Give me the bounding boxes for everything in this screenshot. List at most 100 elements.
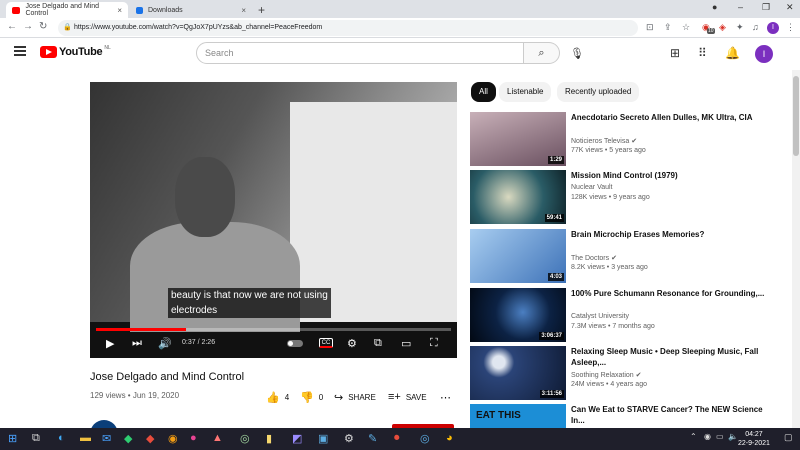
youtube-logo[interactable]: YouTube NL <box>40 45 111 58</box>
extensions-puzzle-icon[interactable]: ✦ <box>736 22 744 33</box>
taskbar-clock[interactable]: 04:27 22-9-2021 <box>738 430 770 448</box>
video-thumbnail[interactable]: 3:06:37 <box>470 288 566 342</box>
app-icon-2[interactable]: ◆ <box>146 432 154 445</box>
windows-start-icon[interactable]: ⊞ <box>8 432 17 445</box>
recommendation-title[interactable]: Brain Microchip Erases Memories? <box>571 229 766 240</box>
menu-icon[interactable] <box>14 46 26 56</box>
app-icon-5[interactable]: ▲ <box>212 432 223 444</box>
url-input[interactable]: 🔒 https://www.youtube.com/watch?v=QgJoX7… <box>58 20 638 36</box>
play-icon[interactable]: ▶ <box>106 337 114 350</box>
more-actions-button[interactable]: ⋯ <box>440 391 456 404</box>
browser-profile-avatar[interactable]: I <box>767 22 779 34</box>
search-button[interactable]: ⌕ <box>524 42 560 64</box>
settings-gear-icon[interactable]: ⚙ <box>347 337 357 350</box>
miniplayer-icon[interactable]: ⧉ <box>374 337 382 350</box>
fullscreen-icon[interactable]: ⛶ <box>430 337 438 350</box>
video-player[interactable]: beauty is that now we are not using elec… <box>90 82 457 358</box>
share-button[interactable]: ↪ SHARE <box>334 391 376 404</box>
search-input[interactable]: Search <box>196 42 524 64</box>
tray-chevron-icon[interactable]: ⌃ <box>690 432 697 441</box>
autoplay-toggle[interactable] <box>287 340 303 347</box>
recommendation-title[interactable]: Relaxing Sleep Music • Deep Sleeping Mus… <box>571 346 766 368</box>
mail-icon[interactable]: ✉ <box>102 432 111 445</box>
app-icon-3[interactable]: ◉ <box>168 432 178 445</box>
app-icon-6[interactable]: ◎ <box>240 432 250 445</box>
recommendation-title[interactable]: Mission Mind Control (1979) <box>571 170 766 181</box>
recommendation-channel[interactable]: Catalyst University <box>571 313 629 320</box>
notifications-icon[interactable]: ▢ <box>784 432 793 443</box>
chip-listenable[interactable]: Listenable <box>499 82 552 102</box>
recommendation-channel[interactable]: The Doctors ✔ <box>571 254 617 262</box>
edge-icon[interactable]: ◐ <box>58 432 65 444</box>
account-avatar[interactable]: I <box>755 45 773 63</box>
apps-grid-icon[interactable]: ⠿ <box>698 46 707 60</box>
settings-icon[interactable]: ⚙ <box>344 432 354 445</box>
video-thumbnail[interactable]: 3:11:56 <box>470 346 566 400</box>
reload-icon[interactable]: ↻ <box>39 21 47 32</box>
recommendation-title[interactable]: 100% Pure Schumann Resonance for Groundi… <box>571 288 766 299</box>
create-video-icon[interactable]: ⊞ <box>670 46 680 60</box>
media-icon[interactable]: ♫ <box>752 22 759 32</box>
back-icon[interactable]: ← <box>7 21 17 32</box>
extension-icon-2[interactable]: ◈ <box>719 22 726 33</box>
progress-bar[interactable] <box>96 328 451 331</box>
chrome-icon[interactable]: ◕ <box>446 432 453 444</box>
browser-menu-icon[interactable]: ⋮ <box>786 22 795 33</box>
video-thumbnail[interactable]: EAT THIS <box>470 404 566 428</box>
app-icon-7[interactable]: ▮ <box>266 432 272 445</box>
install-icon[interactable]: ⊡ <box>646 22 654 33</box>
new-tab-button[interactable]: + <box>258 3 265 17</box>
chip-all[interactable]: All <box>471 82 496 102</box>
tab-downloads[interactable]: Downloads × <box>130 2 252 18</box>
recommendation-item[interactable]: EAT THIS Can We Eat to STARVE Cancer? Th… <box>470 404 770 428</box>
dislike-button[interactable]: 👎 0 <box>300 391 323 404</box>
recommendation-item[interactable]: 1:29 Anecdotario Secreto Allen Dulles, M… <box>470 112 770 168</box>
clock-time: 04:27 <box>745 431 763 438</box>
tab-search-icon[interactable]: ● <box>712 2 717 12</box>
theater-mode-icon[interactable]: ▭ <box>401 337 411 350</box>
scrollbar-thumb[interactable] <box>793 76 799 156</box>
task-view-icon[interactable]: ⧉ <box>32 432 40 445</box>
save-button[interactable]: ≡+ SAVE <box>388 391 427 403</box>
maximize-icon[interactable]: ❐ <box>762 2 770 13</box>
record-icon[interactable]: ⏺ <box>394 432 400 445</box>
page-scrollbar[interactable] <box>792 70 800 430</box>
recommendation-channel[interactable]: Nuclear Vault <box>571 184 613 191</box>
app-icon-9[interactable]: ▣ <box>318 432 328 445</box>
file-explorer-icon[interactable]: ▬ <box>80 432 91 444</box>
tray-icon[interactable]: ◉ <box>704 432 711 441</box>
close-tab-icon[interactable]: × <box>117 6 122 15</box>
share-icon[interactable]: ⇪ <box>664 22 672 33</box>
close-tab-icon[interactable]: × <box>241 6 246 15</box>
chip-recently-uploaded[interactable]: Recently uploaded <box>557 82 640 102</box>
app-icon-1[interactable]: ◆ <box>124 432 132 445</box>
video-thumbnail[interactable]: 1:29 <box>470 112 566 166</box>
tab-jose-delgado[interactable]: Jose Delgado and Mind Control × <box>6 2 128 18</box>
notifications-bell-icon[interactable]: 🔔 <box>725 46 740 60</box>
volume-tray-icon[interactable]: 🔈 <box>728 432 738 441</box>
app-icon-4[interactable]: ● <box>190 432 197 444</box>
recommendation-title[interactable]: Anecdotario Secreto Allen Dulles, MK Ult… <box>571 112 766 123</box>
app-icon-10[interactable]: ✎ <box>368 432 377 445</box>
video-thumbnail[interactable]: 4:03 <box>470 229 566 283</box>
recommendation-item[interactable]: 3:06:37 100% Pure Schumann Resonance for… <box>470 288 770 344</box>
recommendation-channel[interactable]: Noticieros Televisa ✔ <box>571 137 637 145</box>
next-icon[interactable]: ⏭ <box>132 337 142 350</box>
network-icon[interactable]: ▭ <box>716 432 724 441</box>
recommendation-item[interactable]: 3:11:56 Relaxing Sleep Music • Deep Slee… <box>470 346 770 402</box>
microphone-icon[interactable]: 🎙 <box>570 47 584 60</box>
volume-icon[interactable]: 🔊 <box>158 337 172 350</box>
close-window-icon[interactable]: ✕ <box>786 2 794 13</box>
video-thumbnail[interactable]: 59:41 <box>470 170 566 224</box>
captions-button[interactable]: CC <box>319 338 333 348</box>
recommendation-item[interactable]: 4:03 Brain Microchip Erases Memories? Th… <box>470 229 770 285</box>
app-icon-11[interactable]: ◎ <box>420 432 430 445</box>
recommendation-item[interactable]: 59:41 Mission Mind Control (1979) Nuclea… <box>470 170 770 226</box>
recommendation-title[interactable]: Can We Eat to STARVE Cancer? The NEW Sci… <box>571 404 766 426</box>
app-icon-8[interactable]: ◩ <box>292 432 302 445</box>
minimize-icon[interactable]: – <box>738 2 743 12</box>
recommendation-channel[interactable]: Soothing Relaxation ✔ <box>571 371 641 379</box>
bookmark-star-icon[interactable]: ☆ <box>682 22 690 33</box>
like-button[interactable]: 👍 4 <box>266 391 289 404</box>
forward-icon[interactable]: → <box>23 21 33 32</box>
